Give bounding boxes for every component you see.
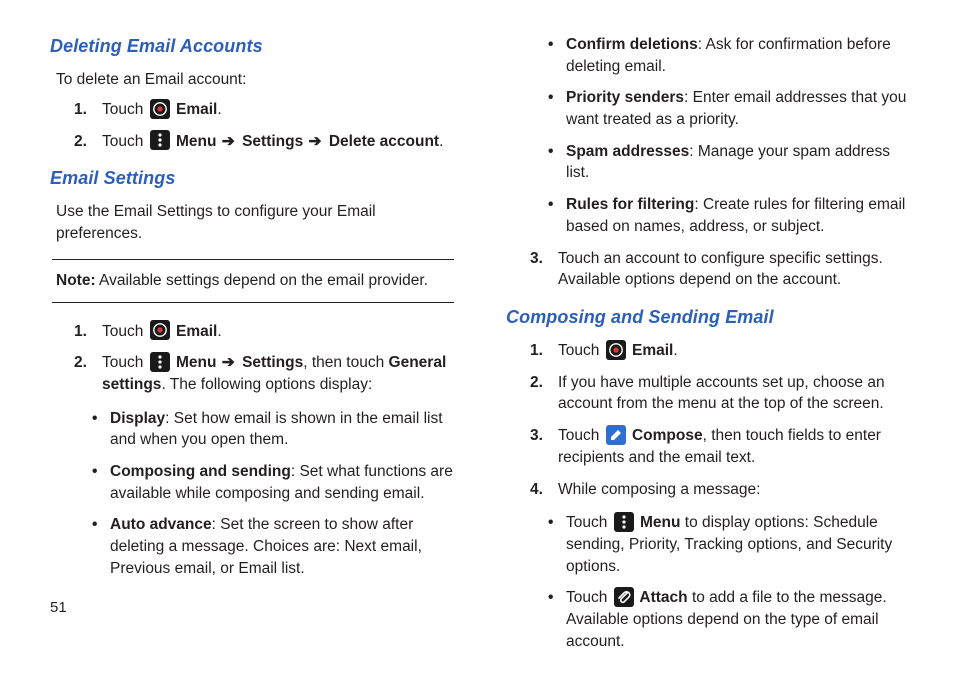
step-number: 2. <box>530 372 543 394</box>
sub-attach: Touch Attach to add a file to the messag… <box>548 587 912 652</box>
menu-icon <box>150 130 170 150</box>
text: . <box>673 342 677 359</box>
opt-title: Priority senders <box>566 89 684 106</box>
delete-steps: 1. Touch Email. 2. Touch Menu ➔ Settings… <box>74 99 456 152</box>
opt-title: Display <box>110 410 165 427</box>
note-label: Note: <box>56 272 96 289</box>
text: Touch <box>102 354 148 371</box>
label-menu: Menu <box>172 354 221 371</box>
heading-composing-and-sending-email: Composing and Sending Email <box>506 305 912 330</box>
text: , then touch <box>303 354 388 371</box>
text: Touch <box>566 589 612 606</box>
step-1: 1. Touch Email. <box>530 340 912 362</box>
opt-title: Spam addresses <box>566 143 689 160</box>
text: Touch <box>102 323 148 340</box>
label-email: Email <box>628 342 674 359</box>
opt-auto-advance: Auto advance: Set the screen to show aft… <box>92 514 456 579</box>
step-1: 1. Touch Email. <box>74 321 456 343</box>
text: Touch <box>558 342 604 359</box>
menu-icon <box>150 352 170 372</box>
compose-sub-options: Touch Menu to display options: Schedule … <box>548 512 912 652</box>
step-number: 2. <box>74 352 87 374</box>
general-settings-options: Display: Set how email is shown in the e… <box>92 408 456 580</box>
compose-steps: 1. Touch Email. 2. If you have multiple … <box>530 340 912 500</box>
text: . <box>439 133 443 150</box>
step-2: 2. If you have multiple accounts set up,… <box>530 372 912 415</box>
label-attach: Attach <box>636 589 688 606</box>
label-compose: Compose <box>628 427 703 444</box>
label-settings: Settings <box>238 133 308 150</box>
text: If you have multiple accounts set up, ch… <box>558 374 885 413</box>
text: Touch <box>558 427 604 444</box>
right-column: Confirm deletions: Ask for confirmation … <box>506 34 912 662</box>
settings-intro: Use the Email Settings to configure your… <box>56 201 456 244</box>
left-column: Deleting Email Accounts To delete an Ema… <box>50 34 456 662</box>
label-email: Email <box>172 101 218 118</box>
step-number: 1. <box>530 340 543 362</box>
text: Touch <box>566 514 612 531</box>
text: Touch <box>102 133 148 150</box>
settings-steps-continued: 3. Touch an account to configure specifi… <box>530 248 912 291</box>
label-settings: Settings <box>238 354 303 371</box>
sub-menu: Touch Menu to display options: Schedule … <box>548 512 912 577</box>
text: . The following options display: <box>161 376 372 393</box>
arrow-icon: ➔ <box>222 354 235 371</box>
attach-icon <box>614 587 634 607</box>
step-number: 2. <box>74 131 87 153</box>
label-delete-account: Delete account <box>325 133 440 150</box>
note-text: Available settings depend on the email p… <box>96 272 428 289</box>
step-1: 1. Touch Email. <box>74 99 456 121</box>
email-icon <box>150 320 170 340</box>
text: While composing a message: <box>558 481 760 498</box>
label-email: Email <box>172 323 218 340</box>
opt-title: Auto advance <box>110 516 212 533</box>
menu-icon <box>614 512 634 532</box>
opt-confirm-deletions: Confirm deletions: Ask for confirmation … <box>548 34 912 77</box>
page-number: 51 <box>50 597 67 618</box>
compose-icon <box>606 425 626 445</box>
heading-email-settings: Email Settings <box>50 166 456 191</box>
opt-spam-addresses: Spam addresses: Manage your spam address… <box>548 141 912 184</box>
arrow-icon: ➔ <box>309 133 322 150</box>
label-menu: Menu <box>636 514 681 531</box>
label-menu: Menu <box>172 133 221 150</box>
email-icon <box>606 340 626 360</box>
step-number: 3. <box>530 425 543 447</box>
opt-title: Rules for filtering <box>566 196 694 213</box>
opt-title: Composing and sending <box>110 463 291 480</box>
manual-page: Deleting Email Accounts To delete an Ema… <box>0 0 954 680</box>
step-3: 3. Touch Compose, then touch fields to e… <box>530 425 912 468</box>
opt-title: Confirm deletions <box>566 36 698 53</box>
opt-priority-senders: Priority senders: Enter email addresses … <box>548 87 912 130</box>
step-2: 2. Touch Menu ➔ Settings, then touch Gen… <box>74 352 456 395</box>
opt-composing-and-sending: Composing and sending: Set what function… <box>92 461 456 504</box>
step-2: 2. Touch Menu ➔ Settings ➔ Delete accoun… <box>74 131 456 153</box>
email-icon <box>150 99 170 119</box>
general-settings-options-continued: Confirm deletions: Ask for confirmation … <box>548 34 912 238</box>
text: . <box>217 101 221 118</box>
step-number: 3. <box>530 248 543 270</box>
note-box: Note: Available settings depend on the e… <box>52 259 454 303</box>
step-number: 1. <box>74 99 87 121</box>
text: Touch an account to configure specific s… <box>558 250 883 289</box>
heading-deleting-email-accounts: Deleting Email Accounts <box>50 34 456 59</box>
step-number: 4. <box>530 479 543 501</box>
text: Touch <box>102 101 148 118</box>
step-number: 1. <box>74 321 87 343</box>
opt-display: Display: Set how email is shown in the e… <box>92 408 456 451</box>
opt-rules-for-filtering: Rules for filtering: Create rules for fi… <box>548 194 912 237</box>
step-3: 3. Touch an account to configure specifi… <box>530 248 912 291</box>
arrow-icon: ➔ <box>222 133 235 150</box>
text: . <box>217 323 221 340</box>
settings-steps: 1. Touch Email. 2. Touch Menu ➔ Settings… <box>74 321 456 396</box>
delete-intro: To delete an Email account: <box>56 69 456 91</box>
step-4: 4. While composing a message: <box>530 479 912 501</box>
